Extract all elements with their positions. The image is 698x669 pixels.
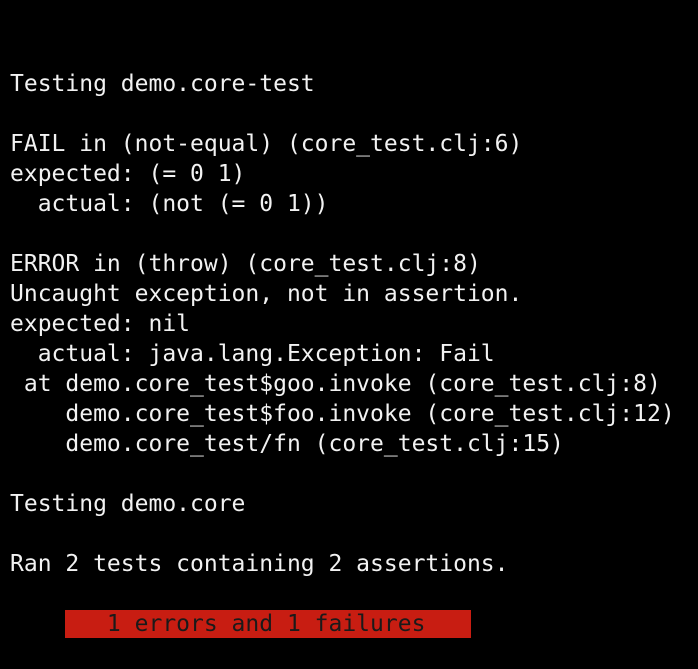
terminal-line: Ran 2 tests containing 2 assertions.	[10, 551, 509, 577]
summary-line: 1 errors and 1 failures	[10, 579, 698, 638]
terminal-line: ERROR in (throw) (core_test.clj:8)	[10, 251, 481, 277]
terminal-line: FAIL in (not-equal) (core_test.clj:6)	[10, 131, 523, 157]
terminal-line: Testing demo.core	[10, 491, 246, 517]
failure-summary-badge: 1 errors and 1 failures	[65, 610, 472, 638]
terminal-window[interactable]: Testing demo.core-test FAIL in (not-equa…	[0, 0, 698, 638]
terminal-line: expected: (= 0 1)	[10, 161, 246, 187]
terminal-line: actual: (not (= 0 1))	[10, 191, 329, 217]
terminal-line: expected: nil	[10, 311, 191, 337]
terminal-line: demo.core_test/fn (core_test.clj:15)	[10, 431, 564, 457]
terminal-line: at demo.core_test$goo.invoke (core_test.…	[10, 371, 661, 397]
terminal-line: actual: java.lang.Exception: Fail	[10, 341, 495, 367]
terminal-line: demo.core_test$foo.invoke (core_test.clj…	[10, 401, 675, 427]
terminal-line: Testing demo.core-test	[10, 71, 315, 97]
terminal-line: Uncaught exception, not in assertion.	[10, 281, 523, 307]
